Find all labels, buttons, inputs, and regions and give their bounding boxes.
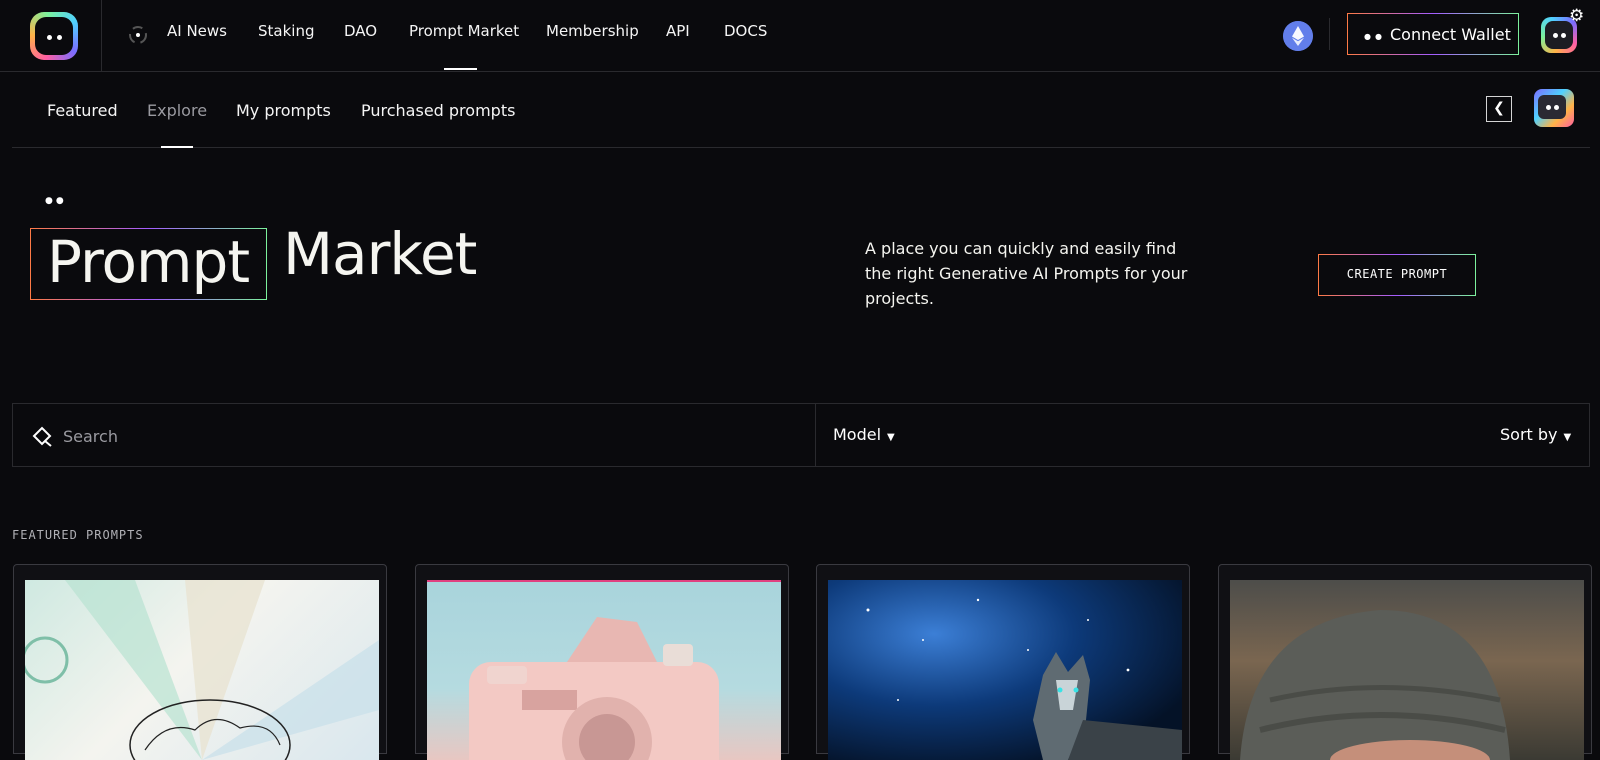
gear-icon[interactable]: ⚙: [1569, 6, 1584, 26]
beanie-portrait-image: [1230, 580, 1584, 760]
nav-item-api[interactable]: API: [666, 22, 690, 40]
hero-title-market: Market: [283, 220, 477, 288]
divider: [815, 404, 816, 466]
nav-item-ai-news[interactable]: AI News: [167, 22, 227, 40]
model-dropdown[interactable]: Model ▼: [833, 425, 895, 444]
wolf-galaxy-image: [828, 580, 1182, 760]
pastel-camera-image: [427, 580, 781, 760]
prompt-card[interactable]: [13, 564, 387, 760]
tab-explore[interactable]: Explore: [147, 101, 207, 120]
section-title-featured: FEATURED PROMPTS: [12, 528, 144, 542]
divider: [101, 0, 102, 72]
nav-item-staking[interactable]: Staking: [258, 22, 314, 40]
nav-item-docs[interactable]: DOCS: [724, 22, 767, 40]
active-nav-indicator: [444, 68, 477, 70]
hero-description: A place you can quickly and easily find …: [865, 239, 1188, 308]
search-icon: [32, 426, 52, 447]
prompt-card[interactable]: [816, 564, 1190, 760]
nav-item-prompt-market[interactable]: Prompt Market: [409, 22, 519, 40]
top-navbar: AI News Staking DAO Prompt Market Member…: [0, 0, 1600, 72]
brain-sketch-image: [25, 580, 379, 760]
tab-featured[interactable]: Featured: [47, 101, 118, 120]
caret-down-icon: ▼: [887, 432, 895, 443]
dots-icon: ●●: [45, 196, 67, 206]
tab-my-prompts[interactable]: My prompts: [236, 101, 331, 120]
prompt-card[interactable]: [1218, 564, 1592, 760]
loading-spinner-icon: [129, 26, 147, 44]
sort-dropdown-label: Sort by: [1500, 425, 1558, 444]
divider: [1329, 18, 1330, 50]
mascot-cube-icon[interactable]: [1534, 89, 1574, 127]
create-prompt-button[interactable]: CREATE PROMPT: [1318, 254, 1476, 296]
nav-item-membership[interactable]: Membership: [546, 22, 639, 40]
tab-purchased-prompts[interactable]: Purchased prompts: [361, 101, 515, 120]
search-input[interactable]: [63, 420, 803, 452]
connect-wallet-button[interactable]: ●● Connect Wallet: [1347, 13, 1519, 55]
prompt-market-tabs: Featured Explore My prompts Purchased pr…: [12, 72, 1590, 148]
hero-title-prompt: Prompt: [47, 228, 250, 296]
sort-dropdown[interactable]: Sort by ▼: [1500, 425, 1571, 444]
connect-wallet-label: Connect Wallet: [1390, 25, 1511, 44]
ethereum-icon[interactable]: [1283, 21, 1313, 51]
chevron-left-icon[interactable]: ❮: [1486, 96, 1512, 122]
nav-item-dao[interactable]: DAO: [344, 22, 377, 40]
filter-bar: Model ▼ Sort by ▼: [12, 403, 1590, 467]
active-tab-indicator: [161, 146, 193, 148]
model-dropdown-label: Model: [833, 425, 882, 444]
prompt-card[interactable]: [415, 564, 789, 760]
logo-icon[interactable]: [30, 12, 78, 60]
caret-down-icon: ▼: [1563, 432, 1572, 443]
dots-icon: ●●: [1364, 32, 1386, 41]
